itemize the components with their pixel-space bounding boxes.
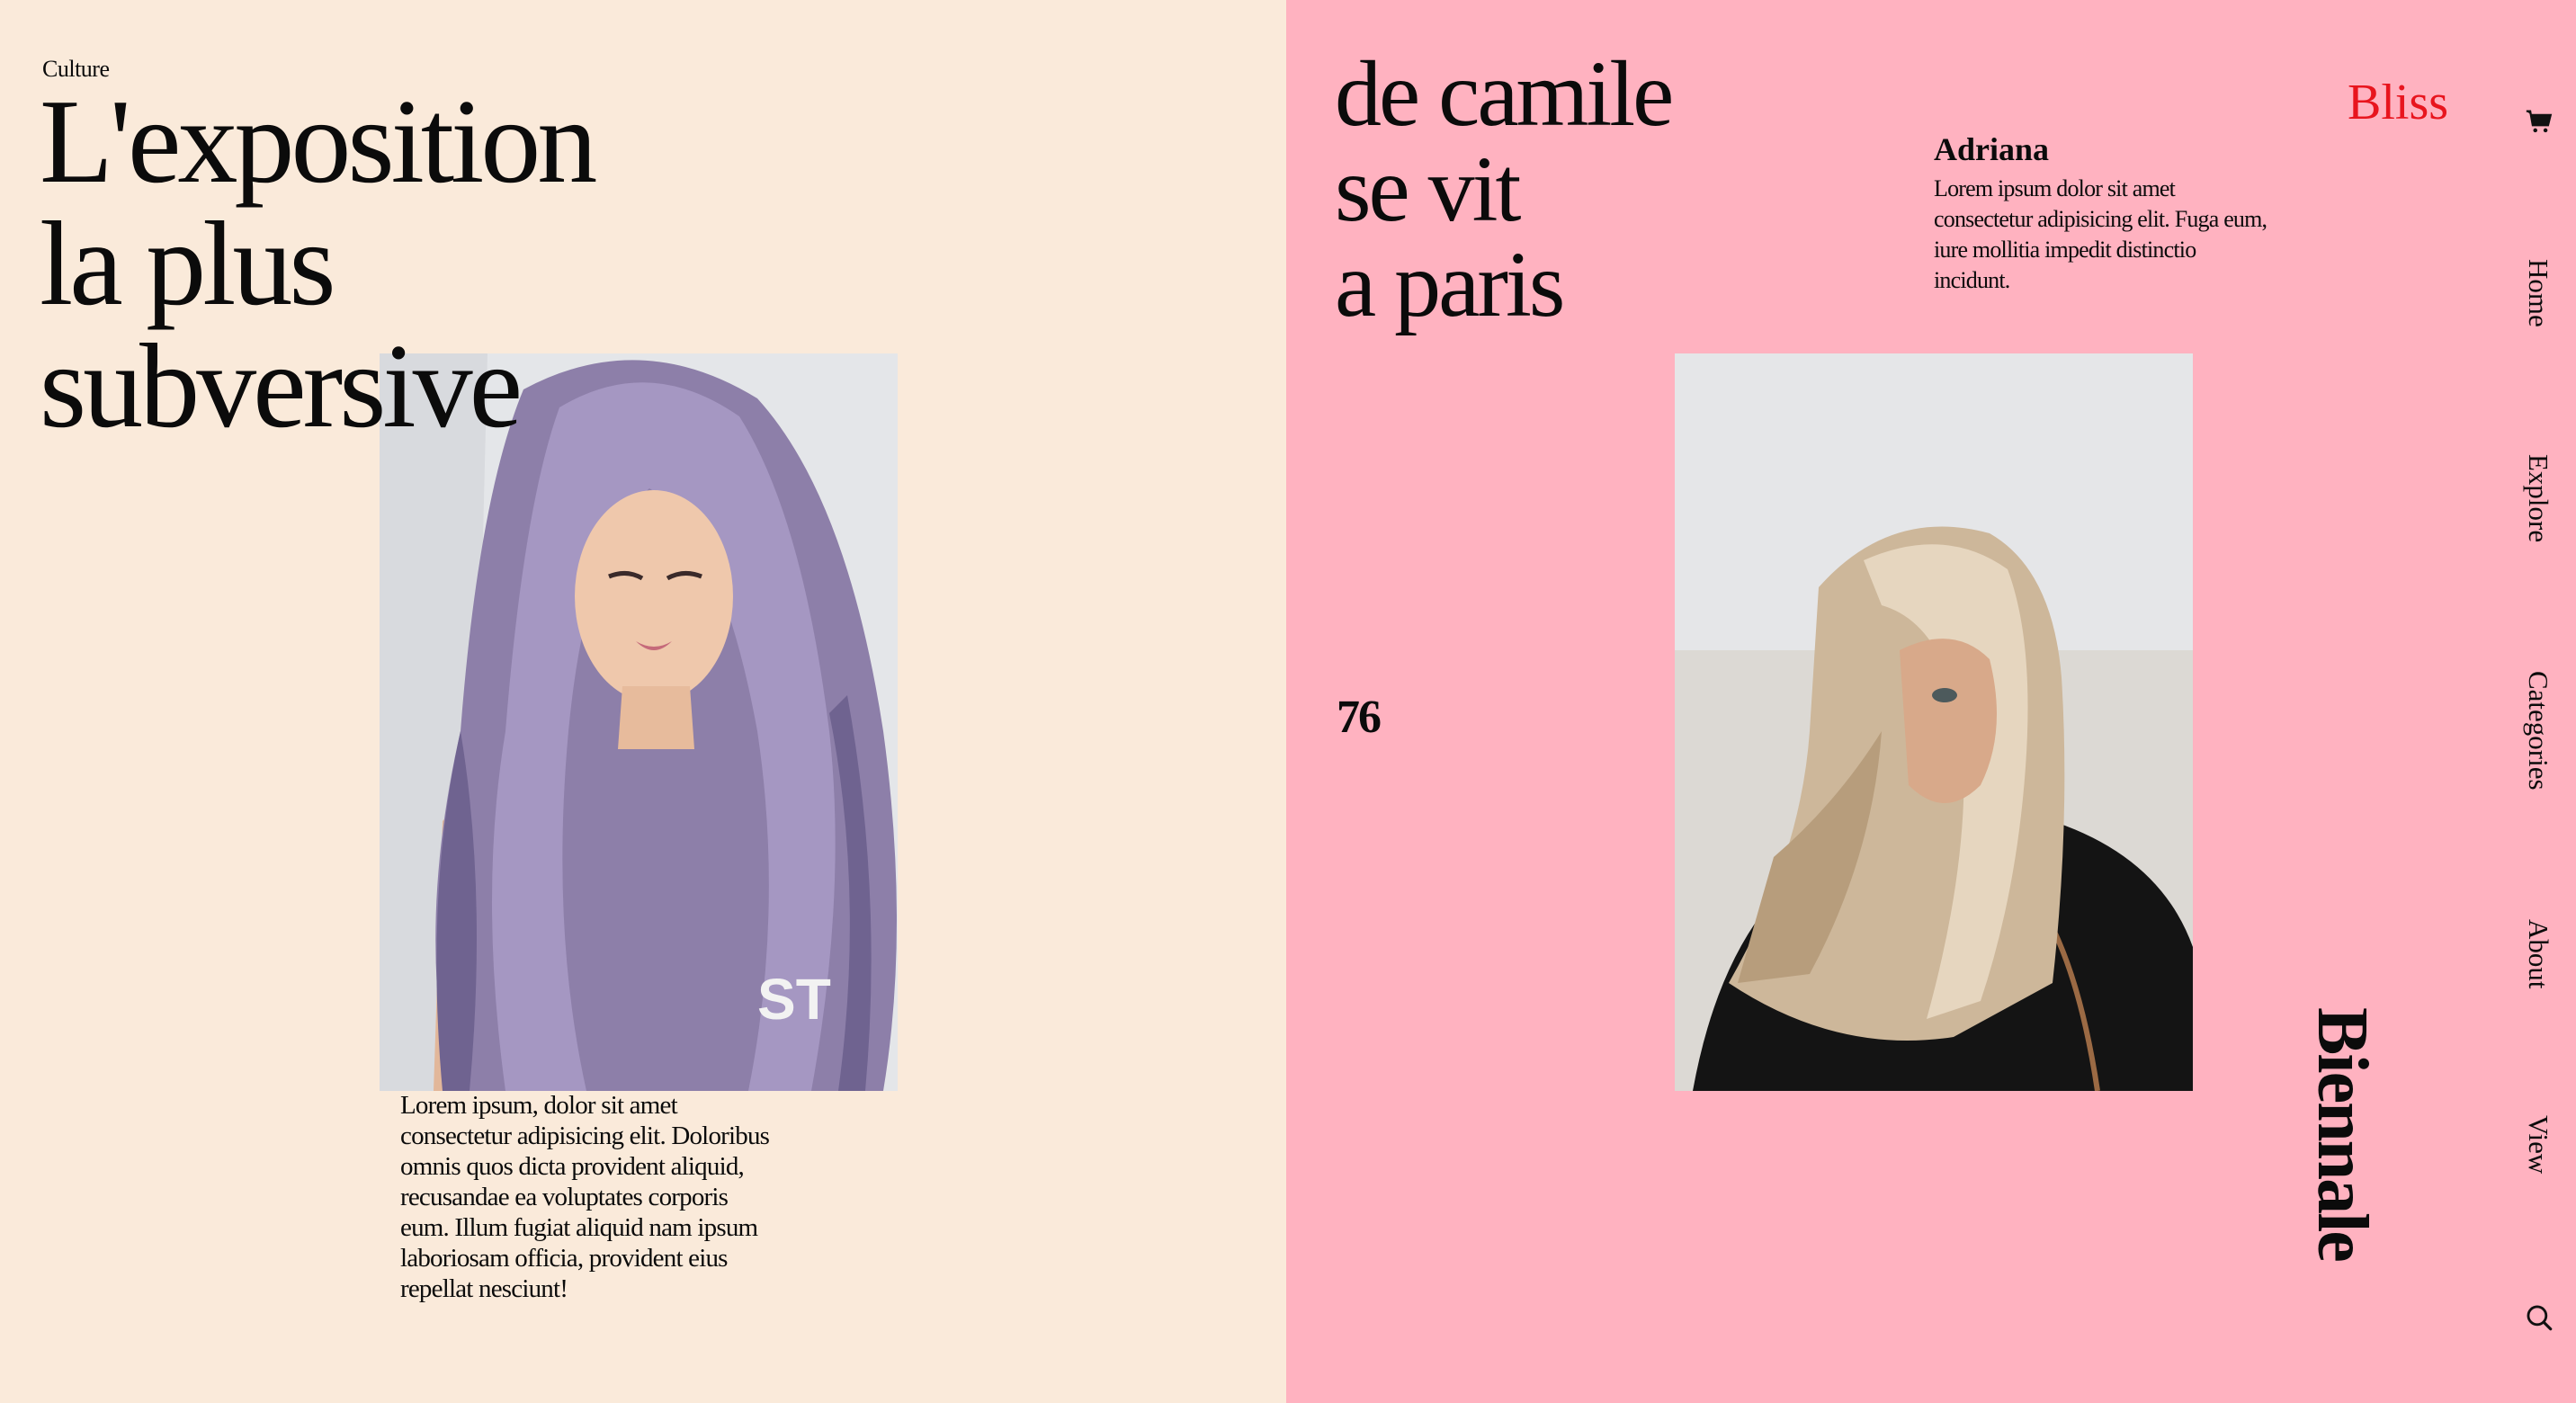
svg-text:ST: ST: [757, 967, 831, 1032]
nav-item-about[interactable]: About: [2522, 919, 2554, 989]
right-headline: de camile se vit a paris: [1335, 42, 1674, 336]
left-page: Culture L'exposition la plus subversive: [0, 0, 1286, 1403]
blonde-hair-portrait-photo: [1675, 353, 2193, 1091]
headline-line: de camile: [1335, 42, 1674, 146]
nav-item-categories[interactable]: Categories: [2522, 671, 2554, 791]
side-navigation: Home Explore Categories About View: [2509, 0, 2576, 1403]
nav-item-home[interactable]: Home: [2522, 259, 2554, 327]
headline-line: la plus: [40, 197, 336, 330]
headline-line: subversive: [40, 319, 523, 452]
article-caption: Lorem ipsum, dolor sit amet consectetur …: [400, 1091, 770, 1303]
vertical-title: Biennale: [2303, 1007, 2382, 1261]
magazine-spread: Culture L'exposition la plus subversive: [0, 0, 2576, 1403]
search-icon[interactable]: [2524, 1302, 2554, 1333]
cart-icon[interactable]: [2524, 106, 2554, 137]
author-block: Adriana Lorem ipsum dolor sit amet conse…: [1934, 130, 2276, 296]
headline-line: se vit: [1335, 138, 1521, 241]
author-name[interactable]: Adriana: [1934, 130, 2276, 168]
headline-line: L'exposition: [40, 75, 597, 208]
headline-line: a paris: [1335, 233, 1565, 336]
author-bio: Lorem ipsum dolor sit amet consectetur a…: [1934, 175, 2267, 293]
nav-item-explore[interactable]: Explore: [2522, 454, 2554, 542]
page-number: 76: [1337, 692, 1382, 743]
purple-hair-portrait-photo: ST: [380, 353, 898, 1091]
brand-logo[interactable]: Bliss: [2348, 74, 2448, 131]
left-headline: L'exposition la plus subversive: [40, 75, 597, 452]
nav-item-view[interactable]: View: [2522, 1115, 2554, 1174]
